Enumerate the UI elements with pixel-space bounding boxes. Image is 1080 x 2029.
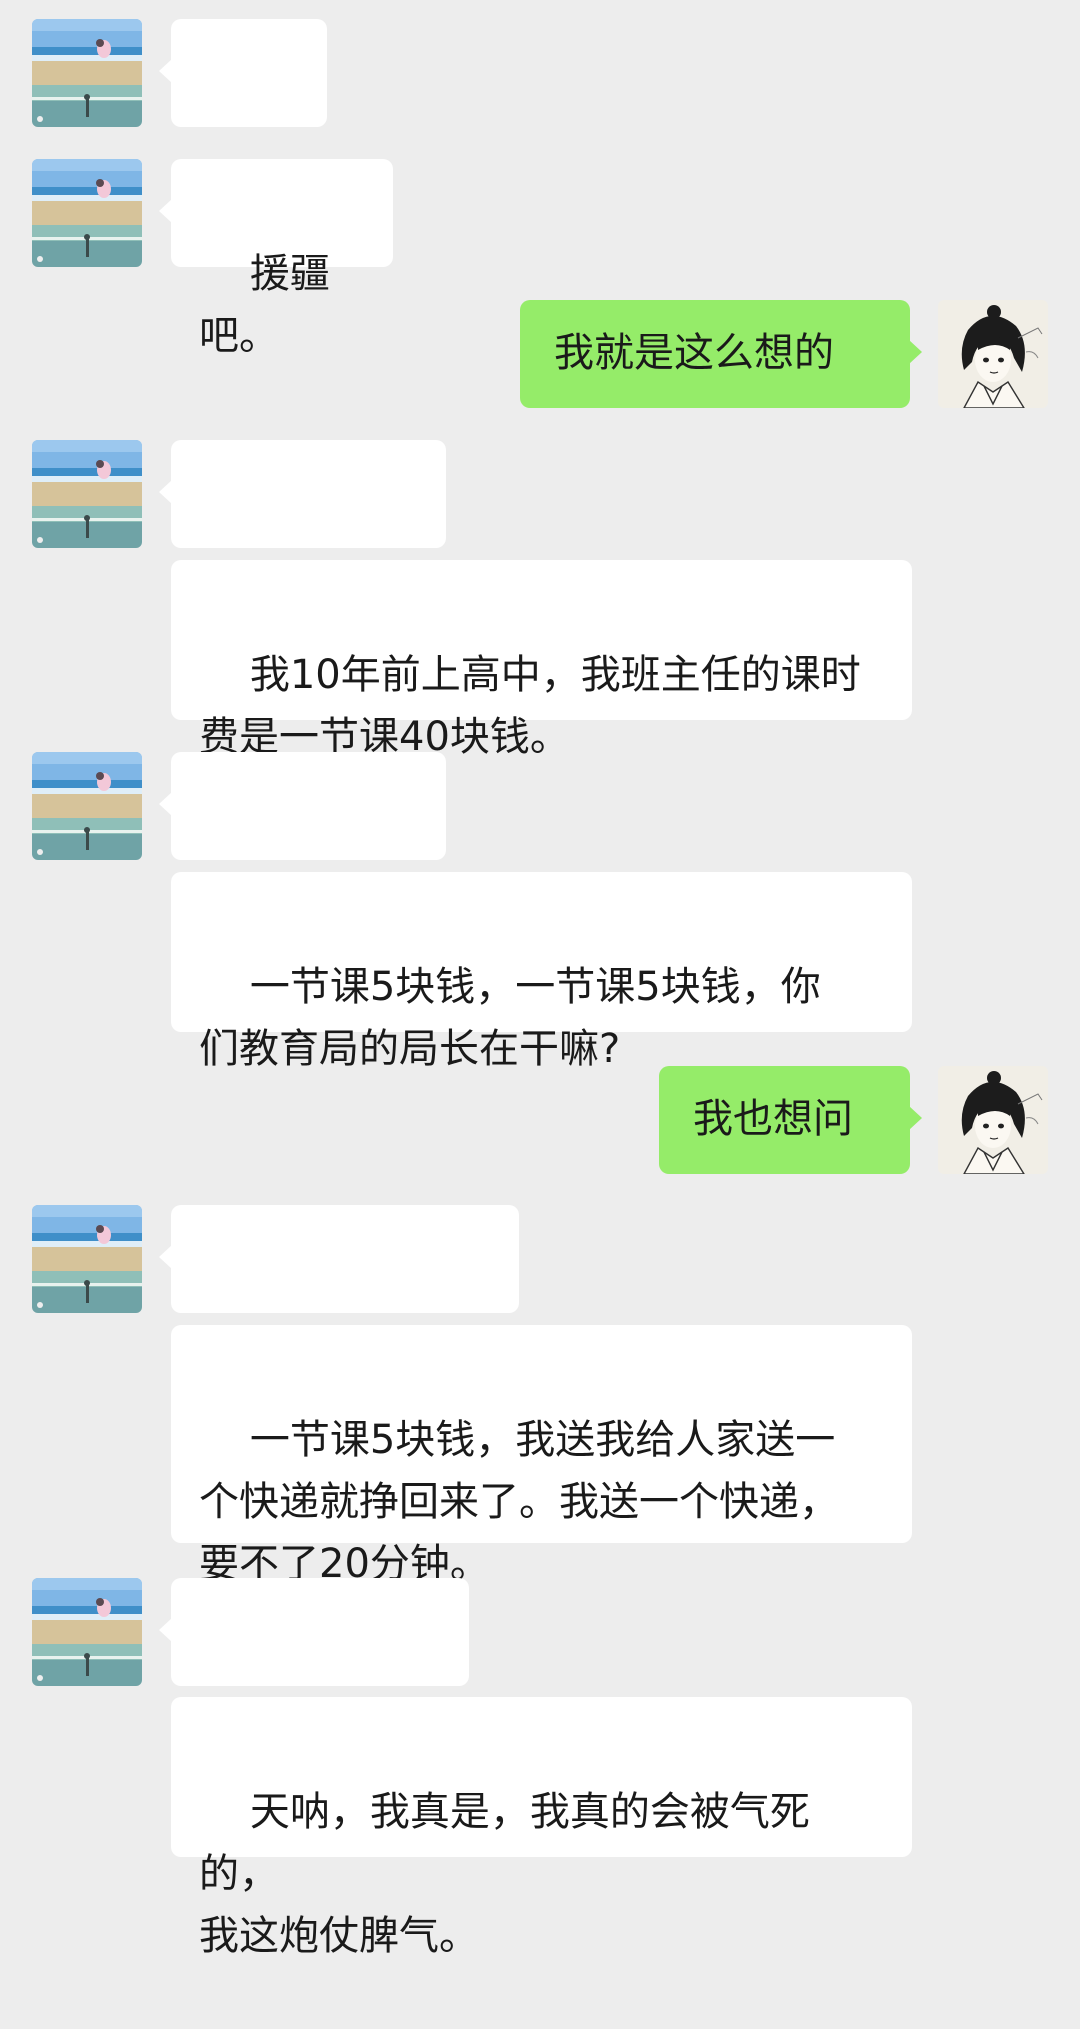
beach-photo-avatar-icon (32, 19, 142, 127)
contact-avatar[interactable] (32, 752, 142, 860)
message-text: 天呐，我真是，我真的会被气死的， 我这炮仗脾气。 (199, 1789, 810, 1959)
message-text: 我也想问 (693, 1096, 853, 1142)
contact-avatar[interactable] (32, 1578, 142, 1686)
message-text: 我10年前上高中，我班主任的课时 费是一节课40块钱。 (199, 652, 861, 760)
self-avatar[interactable] (938, 300, 1048, 408)
outgoing-text-message[interactable]: 我就是这么想的 (520, 300, 922, 408)
incoming-voice-message[interactable]: 6" (159, 1578, 469, 1776)
contact-avatar[interactable] (32, 440, 142, 548)
self-avatar[interactable] (938, 1066, 1048, 1174)
incoming-text-message[interactable]: …… (159, 19, 327, 219)
outgoing-text-message[interactable]: 我也想问 (659, 1066, 922, 1174)
beach-photo-avatar-icon (32, 440, 142, 548)
beach-photo-avatar-icon (32, 159, 142, 267)
incoming-voice-message[interactable]: 5" (159, 440, 446, 638)
beach-photo-avatar-icon (32, 1578, 142, 1686)
message-text: 我就是这么想的 (554, 330, 834, 376)
chat-window: …… 援疆吧。 我就是这么想的 5" 我10年前上高中，我班主任的课时 费是一节… (0, 0, 1080, 1959)
message-text: 一节课5块钱，一节课5块钱，你 们教育局的局长在干嘛? (199, 964, 821, 1072)
voice-transcript-text[interactable]: 天呐，我真是，我真的会被气死的， 我这炮仗脾气。 (171, 1697, 912, 1959)
contact-avatar[interactable] (32, 1205, 142, 1313)
message-text: 一节课5块钱，我送我给人家送一 个快递就挣回来了。我送一个快递， 要不了20分钟… (199, 1417, 839, 1587)
message-text: 援疆吧。 (199, 251, 330, 359)
anime-drawing-avatar-icon (938, 300, 1048, 408)
contact-avatar[interactable] (32, 159, 142, 267)
voice-transcript-text[interactable]: 一节课5块钱，我送我给人家送一 个快递就挣回来了。我送一个快递， 要不了20分钟… (171, 1325, 912, 1587)
incoming-voice-message[interactable]: 5" (159, 752, 446, 950)
anime-drawing-avatar-icon (938, 1066, 1048, 1174)
incoming-voice-message[interactable]: 8" (159, 1205, 519, 1403)
voice-transcript-text[interactable]: 我10年前上高中，我班主任的课时 费是一节课40块钱。 (171, 560, 912, 760)
voice-transcript-text[interactable]: 一节课5块钱，一节课5块钱，你 们教育局的局长在干嘛? (171, 872, 912, 1072)
beach-photo-avatar-icon (32, 752, 142, 860)
incoming-text-message[interactable]: 援疆吧。 (159, 159, 393, 359)
contact-avatar[interactable] (32, 19, 142, 127)
beach-photo-avatar-icon (32, 1205, 142, 1313)
